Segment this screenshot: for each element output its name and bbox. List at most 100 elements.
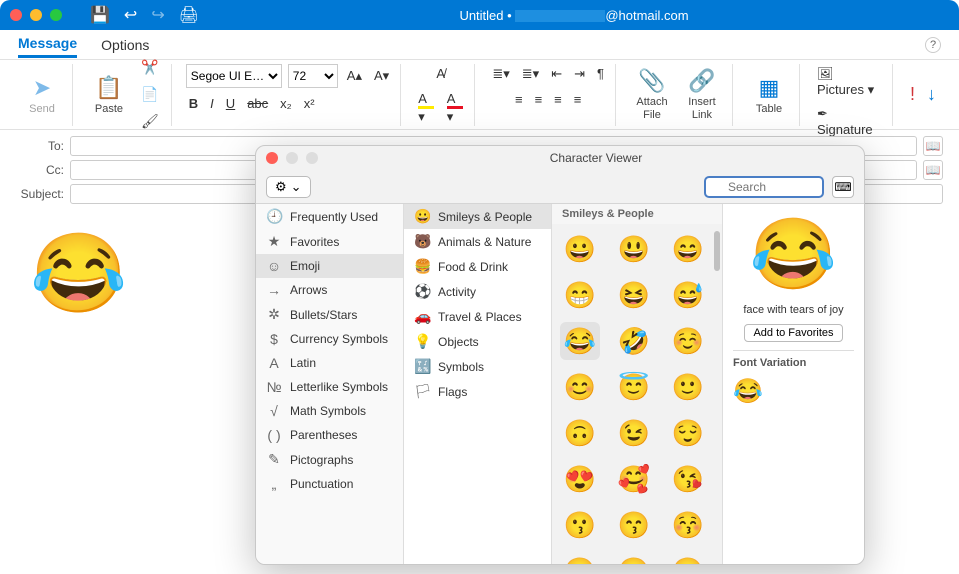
bullets-button[interactable]: ≣▾: [489, 64, 512, 84]
cv-subcategory-item[interactable]: 🐻Animals & Nature: [404, 229, 551, 254]
emoji-cell[interactable]: 😀: [560, 230, 600, 268]
font-size-select[interactable]: 72: [288, 64, 338, 88]
minimize-window-button[interactable]: [30, 9, 42, 21]
cc-addressbook-button[interactable]: 📖: [923, 160, 943, 180]
bold-button[interactable]: B: [186, 94, 201, 113]
table-button[interactable]: ▦ Table: [747, 73, 791, 117]
send-button[interactable]: ➤ Send: [20, 73, 64, 117]
cv-subcategory-item[interactable]: 😀Smileys & People: [404, 204, 551, 229]
emoji-cell[interactable]: 😝: [668, 552, 708, 564]
emoji-cell[interactable]: 😋: [560, 552, 600, 564]
cv-emoji-grid[interactable]: 😀😃😄😁😆😅😂🤣☺️😊😇🙂🙃😉😌😍🥰😘😗😙😚😋😛😝😜🤪🤨: [552, 224, 722, 564]
italic-button[interactable]: I: [207, 94, 217, 113]
cv-close-button[interactable]: [266, 152, 278, 164]
font-color-button[interactable]: A▾: [444, 89, 467, 127]
emoji-cell[interactable]: 😆: [614, 276, 654, 314]
emoji-cell[interactable]: 😊: [560, 368, 600, 406]
decrease-indent-button[interactable]: ⇤: [548, 64, 565, 84]
close-window-button[interactable]: [10, 9, 22, 21]
underline-button[interactable]: U: [223, 94, 238, 113]
cv-category-item[interactable]: ALatin: [256, 351, 403, 375]
emoji-cell[interactable]: 😚: [668, 506, 708, 544]
emoji-cell[interactable]: 😃: [614, 230, 654, 268]
priority-high-icon[interactable]: !: [907, 82, 918, 107]
cv-subcategory-item[interactable]: 🏳Flags: [404, 379, 551, 404]
emoji-cell[interactable]: 😅: [668, 276, 708, 314]
print-icon[interactable]: 🖨: [179, 5, 199, 25]
strikethrough-button[interactable]: abc: [244, 94, 271, 113]
cv-subcategory-item[interactable]: 💡Objects: [404, 329, 551, 354]
grow-font-icon[interactable]: A▴: [344, 66, 365, 86]
highlight-button[interactable]: A▾: [415, 89, 438, 127]
tab-options[interactable]: Options: [101, 33, 149, 57]
emoji-cell[interactable]: ☺️: [668, 322, 708, 360]
cv-category-item[interactable]: $Currency Symbols: [256, 327, 403, 351]
subscript-button[interactable]: x₂: [277, 94, 295, 113]
emoji-cell[interactable]: 😘: [668, 460, 708, 498]
emoji-cell[interactable]: 🤣: [614, 322, 654, 360]
font-family-select[interactable]: Segoe UI E…: [186, 64, 282, 88]
cv-zoom-button[interactable]: [306, 152, 318, 164]
cv-category-item[interactable]: „Punctuation: [256, 472, 403, 496]
paste-button[interactable]: 📋 Paste: [87, 73, 131, 117]
align-center-button[interactable]: ≡: [532, 90, 546, 109]
superscript-button[interactable]: x²: [301, 94, 318, 113]
cv-subcategory-item[interactable]: 🍔Food & Drink: [404, 254, 551, 279]
copy-icon[interactable]: 📄: [137, 84, 163, 105]
cv-category-item[interactable]: √Math Symbols: [256, 399, 403, 423]
pictures-button[interactable]: 🖼 Pictures ▾: [814, 64, 884, 100]
emoji-cell[interactable]: 😍: [560, 460, 600, 498]
emoji-cell[interactable]: 😄: [668, 230, 708, 268]
numbering-button[interactable]: ≣▾: [519, 64, 542, 84]
emoji-cell[interactable]: 😌: [668, 414, 708, 452]
cv-category-item[interactable]: 🕘Frequently Used: [256, 204, 403, 229]
cv-gear-menu[interactable]: ⚙⌄: [266, 176, 311, 198]
increase-indent-button[interactable]: ⇥: [571, 64, 588, 84]
align-right-button[interactable]: ≡: [551, 90, 565, 109]
cv-category-item[interactable]: →Arrows: [256, 278, 403, 302]
emoji-cell[interactable]: 😇: [614, 368, 654, 406]
font-variation-emoji[interactable]: 😂: [733, 377, 763, 406]
cv-subcategory-item[interactable]: 🔣Symbols: [404, 354, 551, 379]
help-icon[interactable]: ?: [925, 37, 941, 53]
cv-category-item[interactable]: ★Favorites: [256, 229, 403, 254]
priority-low-icon[interactable]: ↓: [924, 82, 939, 107]
cv-compact-mode-button[interactable]: ⌨: [832, 176, 854, 198]
attach-file-button[interactable]: 📎 Attach File: [630, 66, 674, 122]
emoji-cell[interactable]: 😂: [560, 322, 600, 360]
add-to-favorites-button[interactable]: Add to Favorites: [744, 324, 842, 342]
cv-category-item[interactable]: ( )Parentheses: [256, 423, 403, 447]
cv-subcategory-list[interactable]: 😀Smileys & People🐻Animals & Nature🍔Food …: [404, 204, 552, 564]
undo-icon[interactable]: ↩: [124, 5, 137, 25]
cv-minimize-button[interactable]: [286, 152, 298, 164]
cv-category-list[interactable]: 🕘Frequently Used★Favorites☺Emoji→Arrows✲…: [256, 204, 404, 564]
zoom-window-button[interactable]: [50, 9, 62, 21]
cv-scrollbar-thumb[interactable]: [714, 231, 720, 271]
emoji-cell[interactable]: 🥰: [614, 460, 654, 498]
emoji-cell[interactable]: 😁: [560, 276, 600, 314]
format-painter-icon[interactable]: 🖌: [137, 111, 163, 132]
tab-message[interactable]: Message: [18, 31, 77, 58]
emoji-cell[interactable]: 🙃: [560, 414, 600, 452]
emoji-cell[interactable]: 😗: [560, 506, 600, 544]
cv-subcategory-item[interactable]: 🚗Travel & Places: [404, 304, 551, 329]
cv-category-item[interactable]: ✲Bullets/Stars: [256, 302, 403, 327]
show-marks-button[interactable]: ¶: [594, 64, 607, 83]
to-addressbook-button[interactable]: 📖: [923, 136, 943, 156]
cv-search-input[interactable]: [704, 176, 824, 198]
shrink-font-icon[interactable]: A▾: [371, 66, 392, 86]
emoji-cell[interactable]: 😙: [614, 506, 654, 544]
cv-category-item[interactable]: ✎Pictographs: [256, 447, 403, 472]
insert-link-button[interactable]: 🔗 Insert Link: [680, 66, 724, 122]
emoji-cell[interactable]: 😉: [614, 414, 654, 452]
cv-category-item[interactable]: ☺Emoji: [256, 254, 403, 278]
emoji-cell[interactable]: 😛: [614, 552, 654, 564]
redo-icon[interactable]: ↪: [151, 5, 164, 25]
align-left-button[interactable]: ≡: [512, 90, 526, 109]
cv-subcategory-item[interactable]: ⚽Activity: [404, 279, 551, 304]
save-icon[interactable]: 💾: [90, 5, 110, 25]
justify-button[interactable]: ≡: [571, 90, 585, 109]
cv-category-item[interactable]: №Letterlike Symbols: [256, 375, 403, 399]
cut-icon[interactable]: ✂️: [137, 57, 163, 78]
emoji-cell[interactable]: 🙂: [668, 368, 708, 406]
